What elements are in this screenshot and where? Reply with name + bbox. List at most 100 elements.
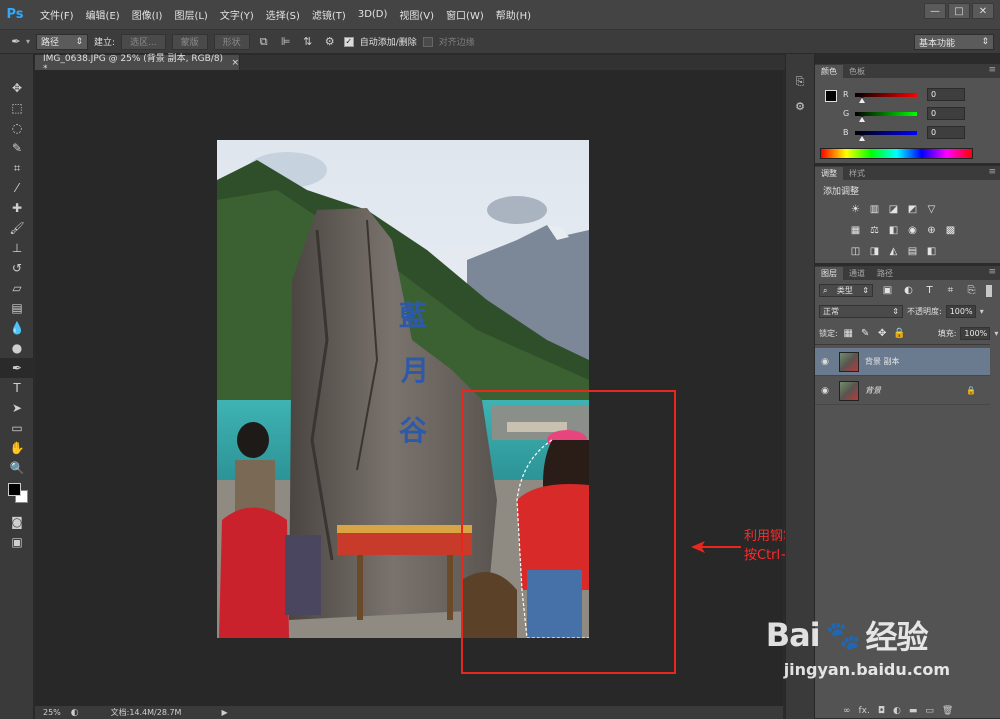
panel-menu-icon[interactable]: ≡ (988, 267, 996, 277)
history-brush-tool-icon[interactable]: ↺ (0, 258, 34, 278)
lock-all-icon[interactable]: 🔒 (893, 328, 906, 340)
dodge-tool-icon[interactable]: ● (0, 338, 34, 358)
exposure-icon[interactable]: ◩ (906, 203, 919, 215)
quick-selection-tool-icon[interactable]: ✎ (0, 138, 34, 158)
pen-tool-preset-icon[interactable]: ✒ (8, 34, 24, 50)
status-menu-icon[interactable]: ▶ (221, 708, 227, 717)
menu-3d[interactable]: 3D(D) (352, 9, 394, 20)
menu-image[interactable]: 图像(I) (126, 7, 169, 22)
red-slider[interactable] (855, 92, 917, 103)
filter-type-icon[interactable]: T (923, 285, 936, 297)
path-arrangement-icon[interactable]: ⇅ (300, 34, 316, 50)
workspace-select[interactable]: 基本功能 ⇕ (914, 34, 994, 50)
document-tab[interactable]: IMG_0638.JPG @ 25% (背景 副本, RGB/8) * × (35, 54, 240, 74)
eraser-tool-icon[interactable]: ▱ (0, 278, 34, 298)
new-group-icon[interactable]: ▬ (909, 706, 918, 716)
layer-row-background-copy[interactable]: ◉ 背景 副本 (815, 348, 990, 376)
trash-icon[interactable]: 🗑 (942, 706, 953, 716)
new-adjustment-icon[interactable]: ◐ (893, 706, 901, 716)
gear-icon[interactable]: ⚙ (322, 34, 338, 50)
layer-filter-select[interactable]: ⌕ 类型 ⇕ (819, 284, 873, 297)
screen-mode-icon[interactable]: ▣ (0, 532, 34, 552)
filter-smart-icon[interactable]: ⎘ (965, 285, 978, 297)
pen-mode-select[interactable]: 路径 ⇕ (36, 33, 89, 50)
green-value-input[interactable]: 0 (927, 107, 965, 120)
panel-menu-icon[interactable]: ≡ (988, 167, 996, 177)
align-edges-checkbox[interactable] (422, 36, 433, 47)
brightness-icon[interactable]: ☀ (849, 203, 862, 215)
menu-filter[interactable]: 滤镜(T) (306, 7, 352, 22)
lock-position-icon[interactable]: ✥ (876, 328, 889, 340)
slider-thumb[interactable] (859, 96, 865, 103)
gradient-tool-icon[interactable]: ▤ (0, 298, 34, 318)
filter-pixel-icon[interactable]: ▣ (881, 285, 894, 297)
pen-tool-icon[interactable]: ✒ (0, 358, 34, 378)
filter-toggle[interactable] (986, 284, 992, 297)
blue-value-input[interactable]: 0 (927, 126, 965, 139)
opacity-chevron-icon[interactable]: ▾ (980, 307, 984, 316)
color-swatches[interactable] (0, 478, 33, 512)
layer-name[interactable]: 背景 (865, 385, 881, 396)
rectangle-tool-icon[interactable]: ▭ (0, 418, 34, 438)
new-layer-icon[interactable]: ▭ (925, 706, 934, 716)
add-mask-icon[interactable]: ◘ (878, 706, 885, 716)
lock-image-icon[interactable]: ✎ (859, 328, 872, 340)
posterize-icon[interactable]: ◨ (868, 245, 881, 257)
layer-row-background[interactable]: ◉ 背景 🔒 (815, 377, 990, 405)
invert-icon[interactable]: ◫ (849, 245, 862, 257)
brush-tool-icon[interactable]: 🖌 (0, 218, 34, 238)
layer-style-icon[interactable]: fx. (859, 706, 870, 716)
path-operations-icon[interactable]: ⧉ (256, 34, 272, 50)
selective-color-icon[interactable]: ◧ (925, 245, 938, 257)
zoom-level[interactable]: 25% (43, 708, 61, 717)
black-white-icon[interactable]: ◧ (887, 224, 900, 236)
blend-mode-select[interactable]: 正常 ⇕ (819, 305, 903, 318)
crop-tool-icon[interactable]: ⌗ (0, 158, 34, 178)
slider-thumb[interactable] (859, 134, 865, 141)
levels-icon[interactable]: ▥ (868, 203, 881, 215)
red-value-input[interactable]: 0 (927, 88, 965, 101)
blur-tool-icon[interactable]: 💧 (0, 318, 34, 338)
color-panel-foreground[interactable] (825, 90, 837, 102)
path-alignment-icon[interactable]: ⊫ (278, 34, 294, 50)
export-icon[interactable]: ◐ (71, 708, 79, 718)
tab-channels[interactable]: 通道 (843, 267, 871, 280)
blue-slider[interactable] (855, 130, 917, 141)
layer-name[interactable]: 背景 副本 (865, 356, 900, 367)
curves-icon[interactable]: ◪ (887, 203, 900, 215)
zoom-tool-icon[interactable]: 🔍 (0, 458, 34, 478)
maximize-button[interactable]: □ (948, 3, 970, 19)
minimize-button[interactable]: — (924, 3, 946, 19)
close-tab-icon[interactable]: × (231, 58, 239, 68)
healing-brush-tool-icon[interactable]: ✚ (0, 198, 34, 218)
threshold-icon[interactable]: ◭ (887, 245, 900, 257)
fill-input[interactable]: 100% (960, 327, 991, 340)
slider-thumb[interactable] (859, 115, 865, 122)
clone-stamp-tool-icon[interactable]: ⊥ (0, 238, 34, 258)
move-tool-icon[interactable]: ✥ (0, 78, 34, 98)
gradient-map-icon[interactable]: ▤ (906, 245, 919, 257)
tab-styles[interactable]: 样式 (843, 167, 871, 180)
auto-add-delete-checkbox[interactable]: ✓ (343, 36, 354, 47)
tab-layers[interactable]: 图层 (815, 267, 843, 280)
eyedropper-tool-icon[interactable]: ⁄ (0, 178, 34, 198)
menu-edit[interactable]: 编辑(E) (80, 7, 126, 22)
link-layers-icon[interactable]: ∞ (843, 706, 851, 716)
menu-type[interactable]: 文字(Y) (214, 7, 260, 22)
panel-menu-icon[interactable]: ≡ (988, 65, 996, 75)
menu-layer[interactable]: 图层(L) (168, 7, 213, 22)
lock-transparent-icon[interactable]: ▦ (842, 328, 855, 340)
make-mask-button[interactable]: 蒙版 (171, 33, 208, 50)
type-tool-icon[interactable]: T (0, 378, 34, 398)
tab-paths[interactable]: 路径 (871, 267, 899, 280)
color-balance-icon[interactable]: ⚖ (868, 224, 881, 236)
menu-select[interactable]: 选择(S) (260, 7, 306, 22)
vibrance-icon[interactable]: ▽ (925, 203, 938, 215)
tab-adjustments[interactable]: 调整 (815, 167, 843, 180)
color-lookup-icon[interactable]: ▩ (944, 224, 957, 236)
marquee-tool-icon[interactable]: ⬚ (0, 98, 34, 118)
menu-file[interactable]: 文件(F) (34, 7, 80, 22)
foreground-color-swatch[interactable] (8, 483, 21, 496)
menu-view[interactable]: 视图(V) (393, 7, 440, 22)
filter-adjustment-icon[interactable]: ◐ (902, 285, 915, 297)
